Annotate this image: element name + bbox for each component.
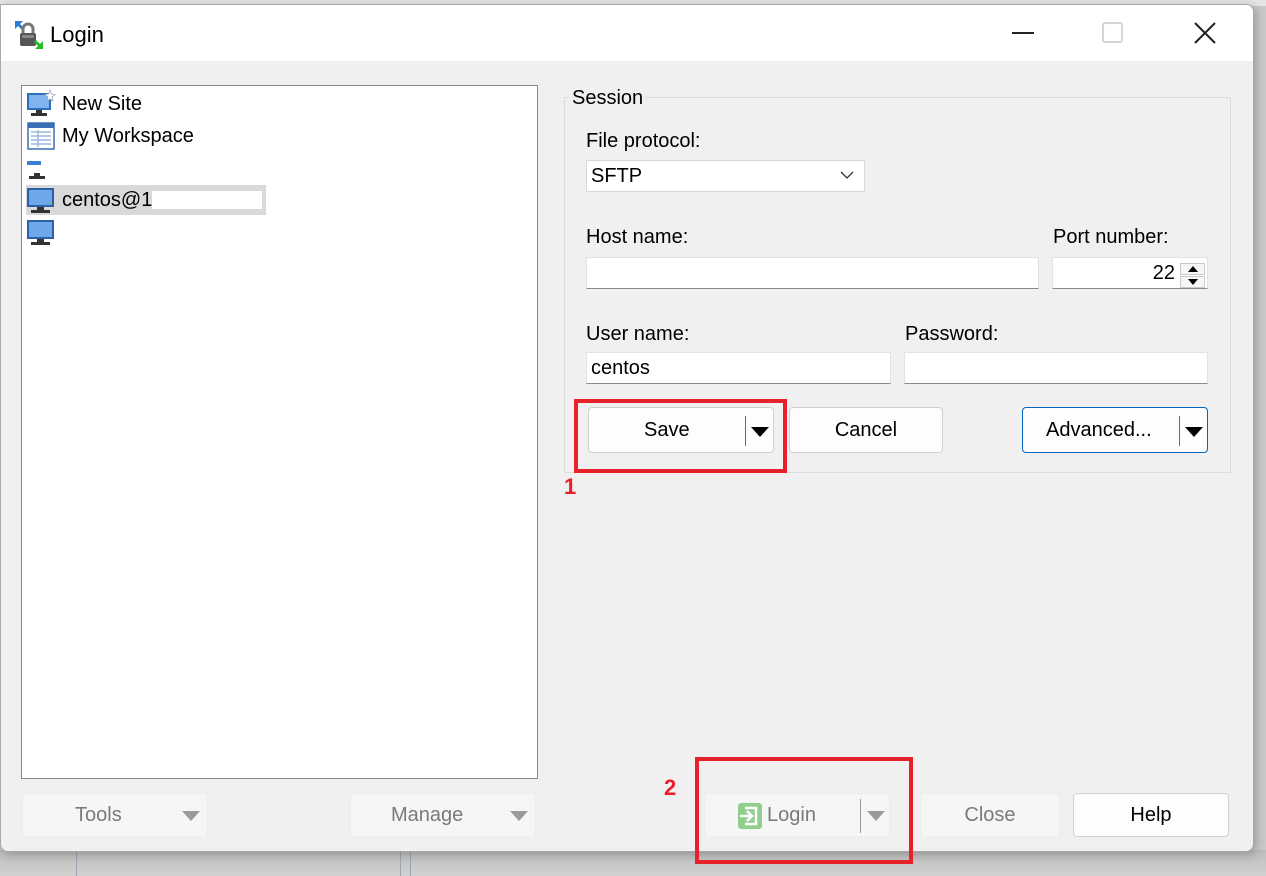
close-window-button[interactable] [1160,5,1250,61]
redacted-label [62,223,292,241]
window-title: Login [50,22,104,47]
cancel-button-label: Cancel [834,418,898,441]
manage-button-label: Manage [391,803,464,826]
tree-item-redacted-site[interactable] [26,217,296,247]
background-divider [76,850,77,876]
new-site-icon [27,89,56,116]
annotation-box-1 [574,399,787,473]
tree-item-label: My Workspace [62,124,194,147]
close-icon [1194,22,1216,44]
app-lock-icon [15,21,43,49]
background-app-bottom [0,850,1266,876]
tree-item-label: centos@1 [62,188,153,211]
advanced-button-label: Advanced... [1046,418,1152,441]
file-protocol-select[interactable]: SFTP [586,160,865,192]
close-button-label: Close [964,803,1016,826]
host-name-field[interactable] [586,257,1039,289]
password-field[interactable] [904,352,1208,384]
port-number-label: Port number: [1053,226,1169,248]
background-divider [410,850,411,876]
workspace-icon [27,122,55,150]
manage-button[interactable]: Manage [350,793,536,837]
title-bar: Login [1,5,1253,61]
port-increment-button[interactable] [1180,263,1205,275]
host-name-label: Host name: [586,226,689,248]
background-divider [400,850,401,876]
help-button-label: Help [1130,803,1172,826]
port-decrement-button[interactable] [1180,276,1205,288]
annotation-number-2: 2 [664,775,677,800]
tree-item-redacted-site[interactable] [26,153,426,183]
arrow-down-icon [1187,279,1198,285]
split-separator [1179,416,1180,446]
minimize-icon [1012,32,1034,34]
close-button[interactable]: Close [920,793,1060,837]
site-computer-icon [27,220,54,245]
port-spinner [1180,263,1207,289]
maximize-button[interactable] [1068,5,1158,61]
caret-down-icon[interactable] [1185,427,1203,437]
user-name-label: User name: [586,323,690,345]
site-folder-icon [27,161,45,179]
annotation-number-1: 1 [564,474,577,499]
tools-button-label: Tools [75,803,122,826]
tree-item-label: New Site [62,92,143,115]
password-label: Password: [905,323,999,345]
annotation-box-2 [695,757,913,864]
advanced-button[interactable]: Advanced... [1022,407,1208,453]
tree-item-centos-site[interactable]: centos@1 [26,185,267,215]
minimize-button[interactable] [978,5,1068,61]
user-name-field[interactable]: centos [586,352,891,384]
caret-down-icon [510,811,528,821]
maximize-icon [1102,22,1123,43]
redacted-label [152,191,263,209]
file-protocol-value: SFTP [591,164,643,187]
port-number-value: 22 [1152,261,1175,284]
tools-button[interactable]: Tools [22,793,208,837]
file-protocol-label: File protocol: [586,130,701,152]
tree-item-new-site[interactable]: New Site [26,89,146,119]
redacted-label [62,159,422,177]
cancel-button[interactable]: Cancel [789,407,943,453]
session-group-label: Session [570,87,646,110]
tree-item-my-workspace[interactable]: My Workspace [26,121,198,151]
arrow-up-icon [1187,266,1198,272]
site-computer-icon [27,188,54,213]
user-name-value: centos [591,356,650,379]
caret-down-icon [182,811,200,821]
chevron-down-icon [840,171,854,179]
help-button[interactable]: Help [1073,793,1229,837]
site-tree[interactable]: New Site My Workspace centos@1 [21,85,538,779]
